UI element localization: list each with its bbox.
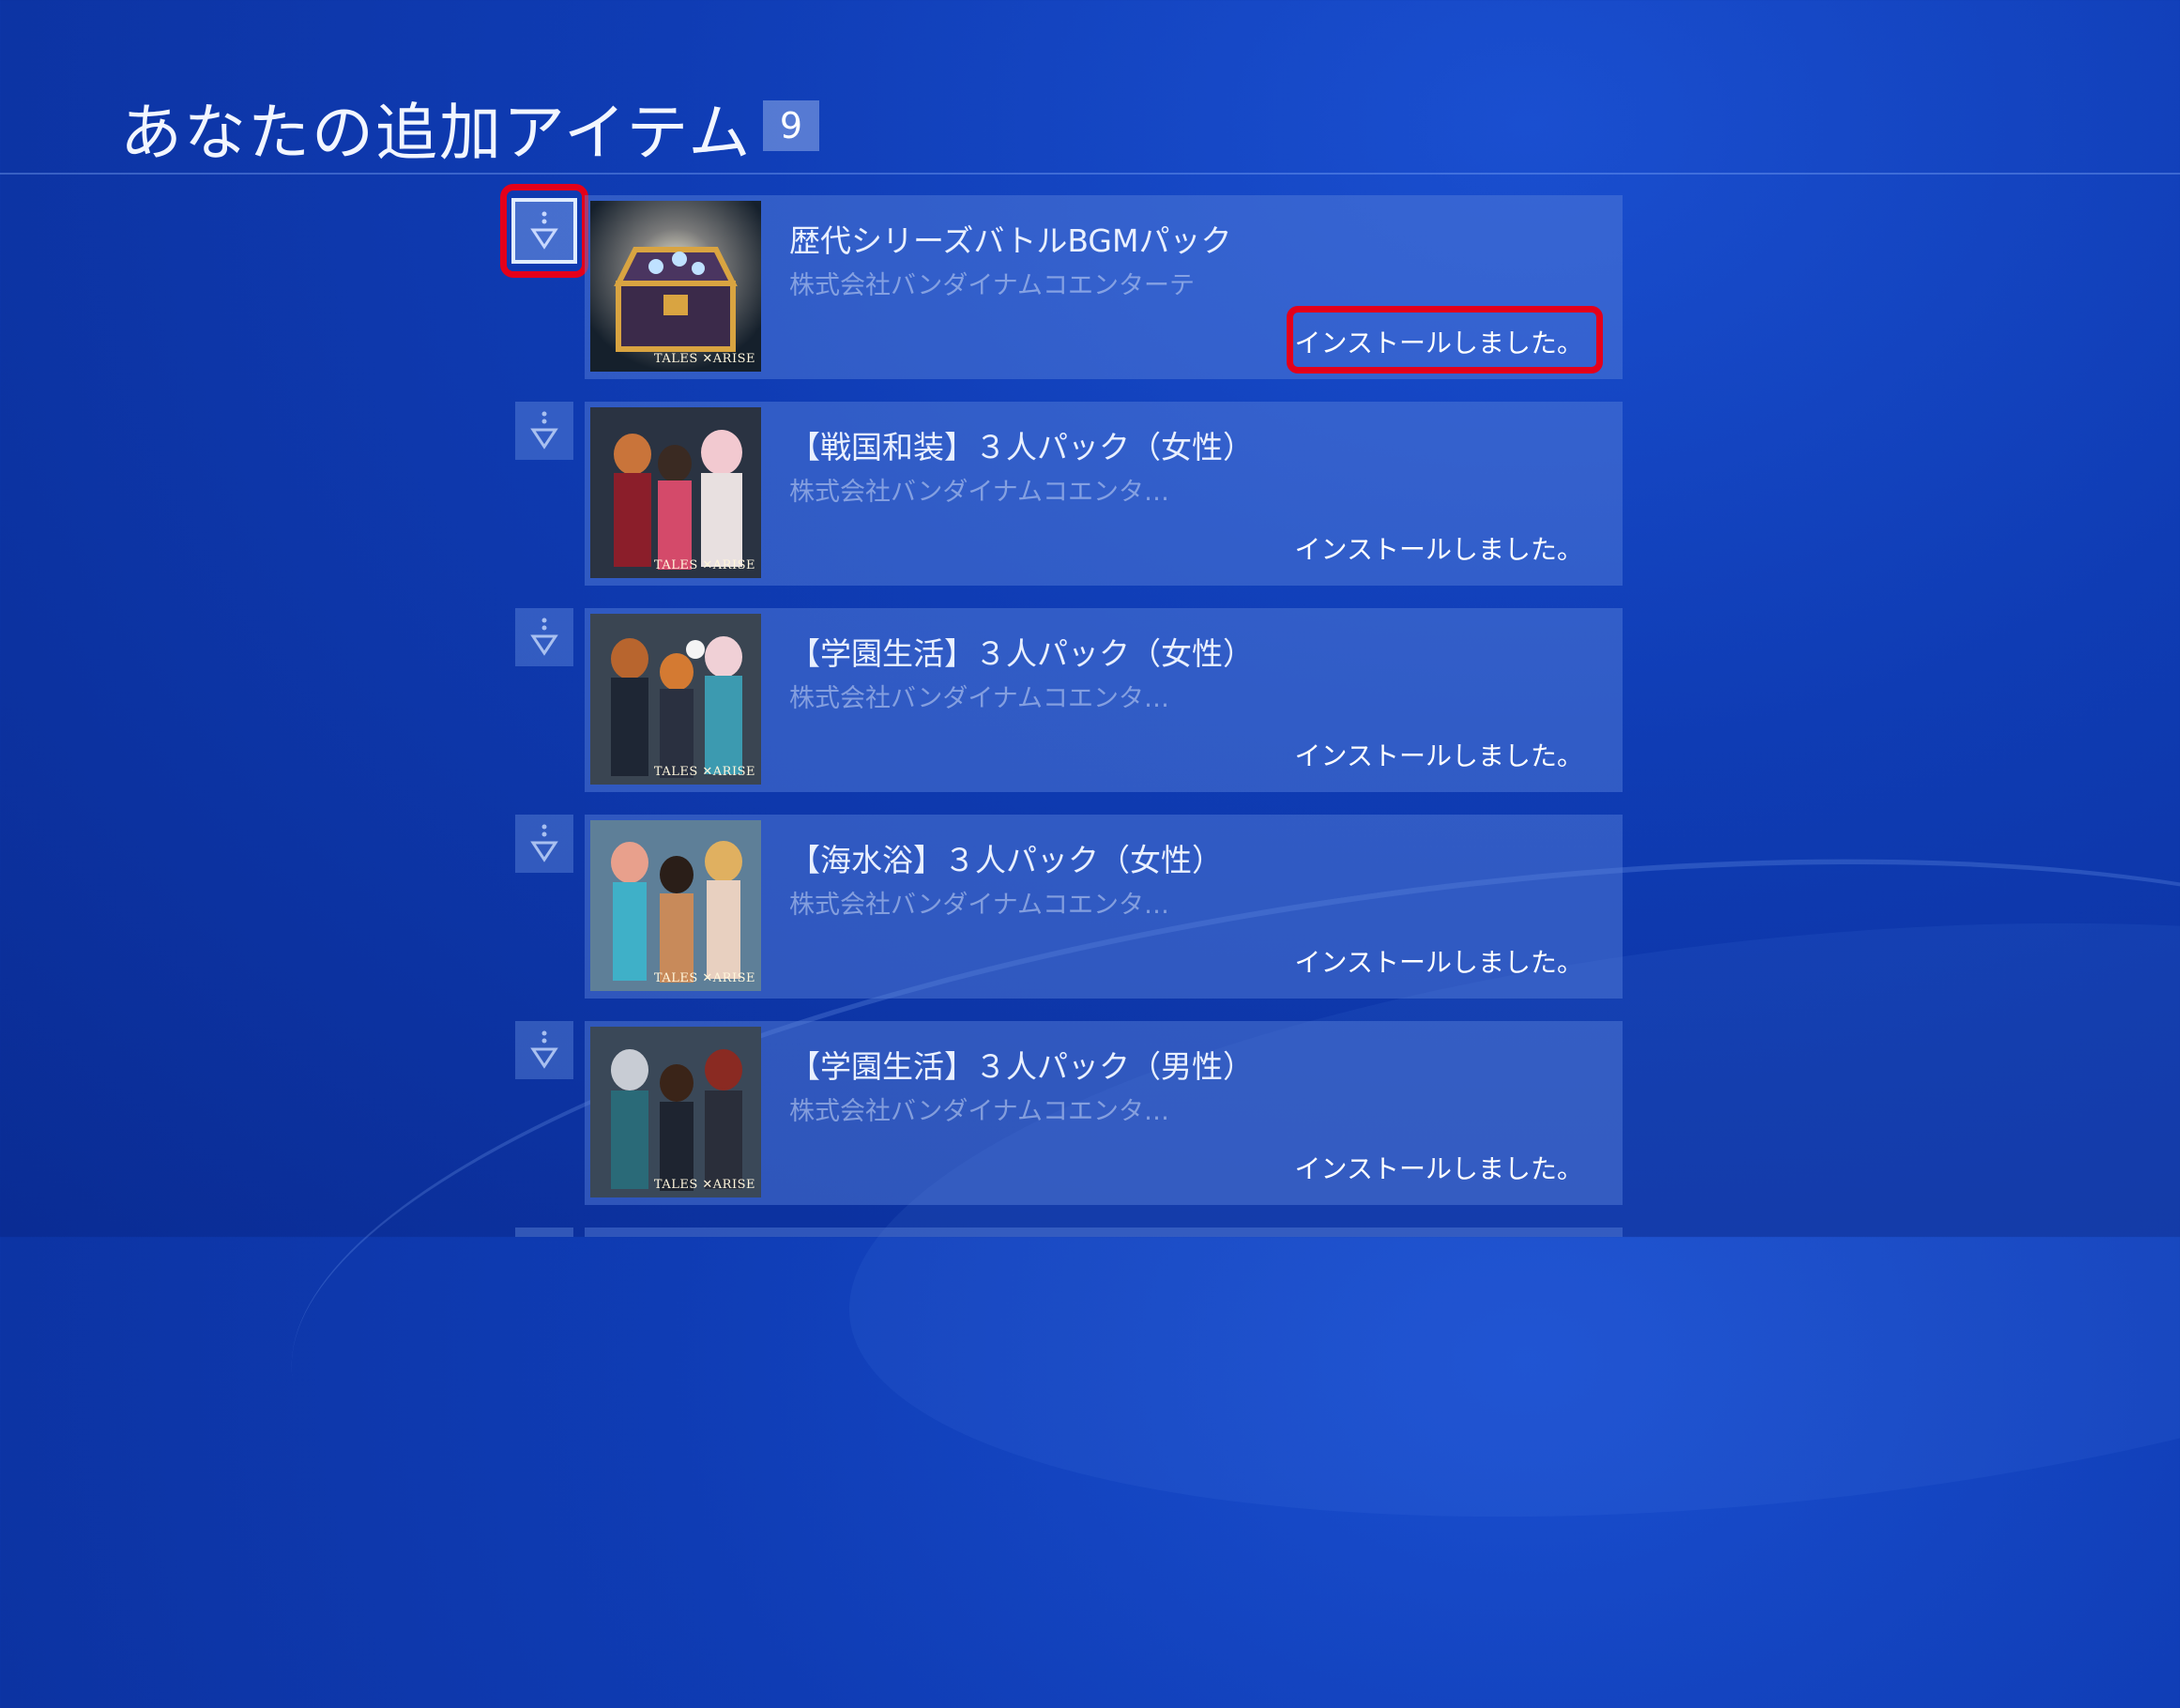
download-arrow-icon (530, 618, 558, 656)
download-handle[interactable] (515, 402, 573, 460)
characters-icon (590, 820, 761, 991)
item-publisher: 株式会社バンダイナムコエンターテ (789, 271, 1195, 300)
item-thumbnail: TALES ✕ARISE (590, 407, 761, 578)
item-count-badge: 9 (763, 100, 819, 151)
download-handle[interactable] (515, 608, 573, 666)
install-status: インストールしました。 (1294, 947, 1583, 978)
item-thumbnail: TALES ✕ARISE (590, 820, 761, 991)
item-publisher: 株式会社バンダイナムコエンタ… (789, 891, 1169, 920)
item-title: 【学園生活】３人パック（男性） (789, 1048, 1254, 1085)
download-arrow-icon (530, 824, 558, 862)
download-arrow-icon (530, 411, 558, 450)
game-logo: TALES ✕ARISE (653, 971, 755, 985)
list-item[interactable]: TALES ✕ARISE 【学園生活】３人パック（男性） 株式会社バンダイナムコ… (0, 1021, 2180, 1205)
item-card[interactable]: TALES ✕ARISE 【学園生活】３人パック（男性） 株式会社バンダイナムコ… (585, 1021, 1623, 1205)
item-card[interactable]: TALES ✕ARISE 【学園生活】３人パック（女性） 株式会社バンダイナムコ… (585, 608, 1623, 792)
item-card[interactable]: TALES ✕ARISE 歴代シリーズバトルBGMパック 株式会社バンダイナムコ… (585, 195, 1623, 379)
item-card[interactable] (585, 1228, 1623, 1237)
download-handle[interactable] (515, 1228, 573, 1237)
game-logo: TALES ✕ARISE (653, 558, 755, 572)
item-title: 歴代シリーズバトルBGMパック (789, 222, 1232, 259)
list-item[interactable]: TALES ✕ARISE 【学園生活】３人パック（女性） 株式会社バンダイナムコ… (0, 608, 2180, 792)
game-logo: TALES ✕ARISE (653, 352, 755, 366)
game-logo: TALES ✕ARISE (653, 765, 755, 779)
install-status: インストールしました。 (1294, 1153, 1583, 1184)
list-item[interactable] (0, 1228, 2180, 1237)
page-title: あなたの追加アイテム (120, 97, 753, 169)
item-thumbnail: TALES ✕ARISE (590, 1027, 761, 1197)
download-handle[interactable] (515, 1021, 573, 1079)
characters-icon (590, 614, 761, 785)
download-arrow-icon (530, 1030, 558, 1069)
download-arrow-icon (530, 211, 558, 250)
install-status: インストールしました。 (1294, 740, 1583, 771)
treasure-chest-icon (590, 201, 761, 372)
download-handle[interactable] (515, 815, 573, 873)
game-logo: TALES ✕ARISE (653, 1178, 755, 1192)
status-highlight (1287, 306, 1603, 374)
characters-icon (590, 407, 761, 578)
item-thumbnail: TALES ✕ARISE (590, 201, 761, 372)
item-publisher: 株式会社バンダイナムコエンタ… (789, 684, 1169, 713)
list-item[interactable]: TALES ✕ARISE 【海水浴】３人パック（女性） 株式会社バンダイナムコエ… (0, 815, 2180, 999)
item-title: 【海水浴】３人パック（女性） (789, 842, 1223, 878)
characters-icon (590, 1027, 761, 1197)
item-card[interactable]: TALES ✕ARISE 【戦国和装】３人パック（女性） 株式会社バンダイナムコ… (585, 402, 1623, 586)
item-thumbnail: TALES ✕ARISE (590, 614, 761, 785)
item-title: 【学園生活】３人パック（女性） (789, 635, 1254, 672)
list-item[interactable]: TALES ✕ARISE 歴代シリーズバトルBGMパック 株式会社バンダイナムコ… (0, 184, 2180, 379)
item-publisher: 株式会社バンダイナムコエンタ… (789, 1097, 1169, 1126)
install-status: インストールしました。 (1294, 534, 1583, 565)
item-title: 【戦国和装】３人パック（女性） (789, 429, 1254, 465)
download-handle[interactable] (500, 184, 588, 278)
item-card[interactable]: TALES ✕ARISE 【海水浴】３人パック（女性） 株式会社バンダイナムコエ… (585, 815, 1623, 999)
header: あなたの追加アイテム 9 (0, 0, 2180, 175)
item-publisher: 株式会社バンダイナムコエンタ… (789, 478, 1169, 507)
list-item[interactable]: TALES ✕ARISE 【戦国和装】３人パック（女性） 株式会社バンダイナムコ… (0, 402, 2180, 586)
